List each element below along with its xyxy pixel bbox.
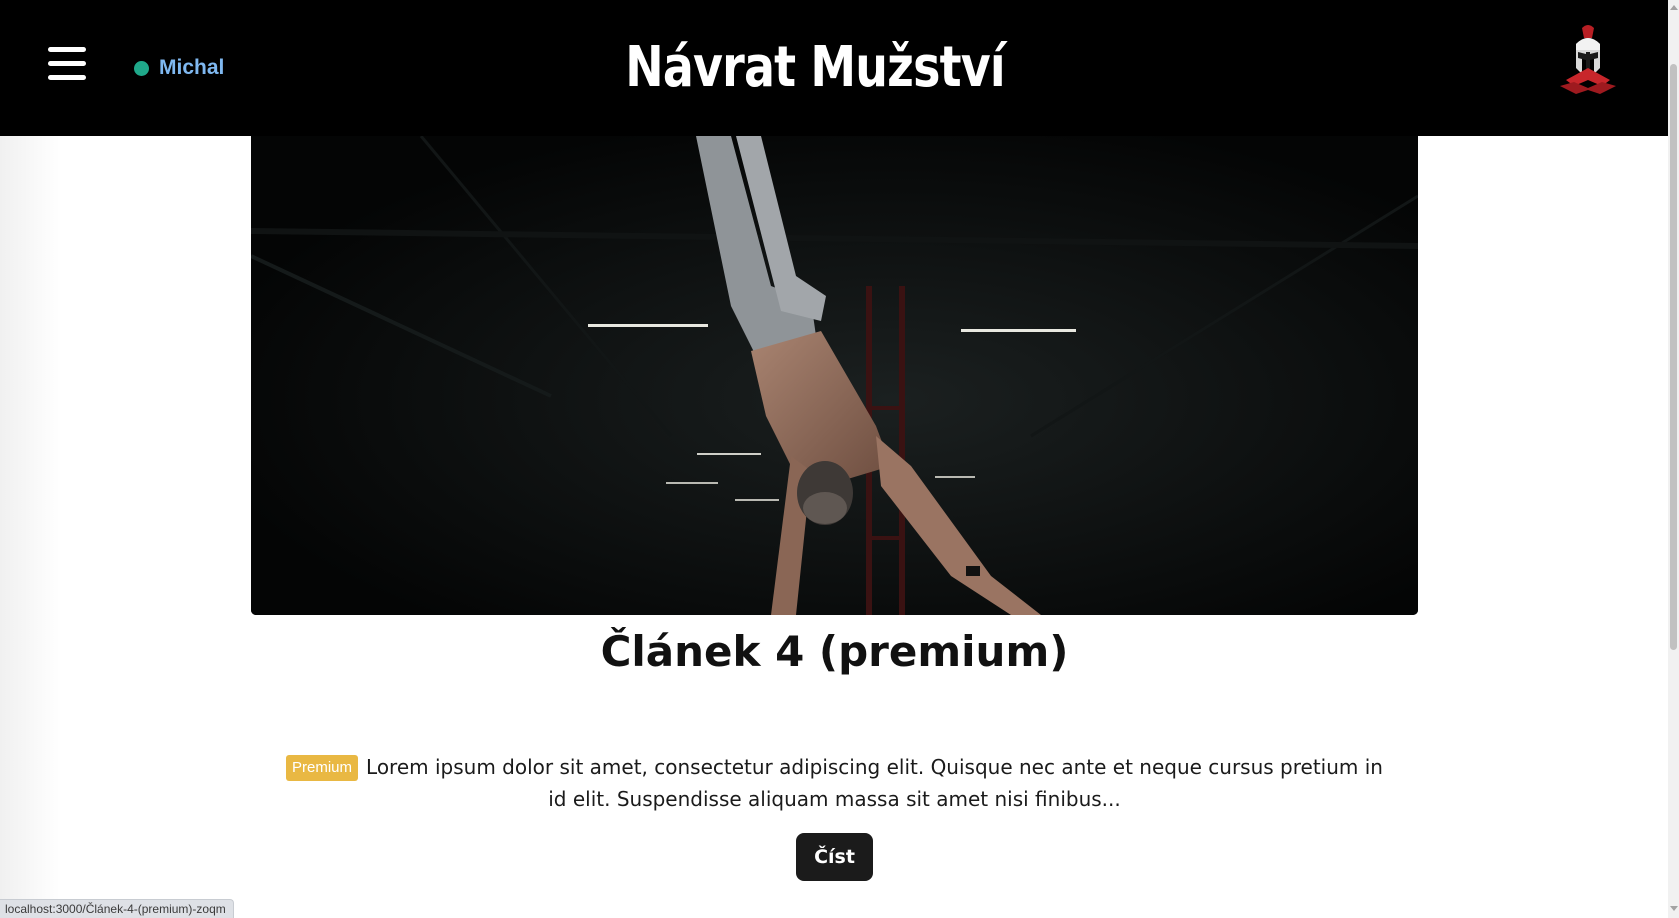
site-title[interactable]: Návrat Mužství [606,28,1024,108]
online-status-dot [134,60,149,76]
site-header: Michal Návrat Mužství [0,0,1668,136]
article-hero-image[interactable] [251,136,1418,615]
spartan-helmet-logo[interactable] [1556,24,1620,96]
link-status-bar: localhost:3000/Článek-4-(premium)-zoqm [0,899,234,918]
user-name[interactable]: Michal [159,56,224,80]
premium-badge: Premium [286,755,359,781]
hamburger-menu-icon[interactable] [48,47,86,81]
scroll-down-arrow-icon[interactable] [1670,906,1678,911]
page-edge-shadow [0,136,60,918]
article-excerpt: Premium Lorem ipsum dolor sit amet, conse… [280,751,1389,815]
article-title[interactable]: Článek 4 (premium) [251,624,1418,680]
browser-viewport: Michal Návrat Mužství Článek 4 (premium)… [0,0,1679,918]
article-excerpt-text: Lorem ipsum dolor sit amet, consectetur … [366,755,1383,811]
vertical-scrollbar[interactable] [1668,0,1679,918]
read-article-button[interactable]: Číst [796,833,873,881]
user-indicator[interactable]: Michal [134,54,224,82]
scrollbar-thumb[interactable] [1670,64,1677,650]
scroll-up-arrow-icon[interactable] [1670,5,1678,10]
